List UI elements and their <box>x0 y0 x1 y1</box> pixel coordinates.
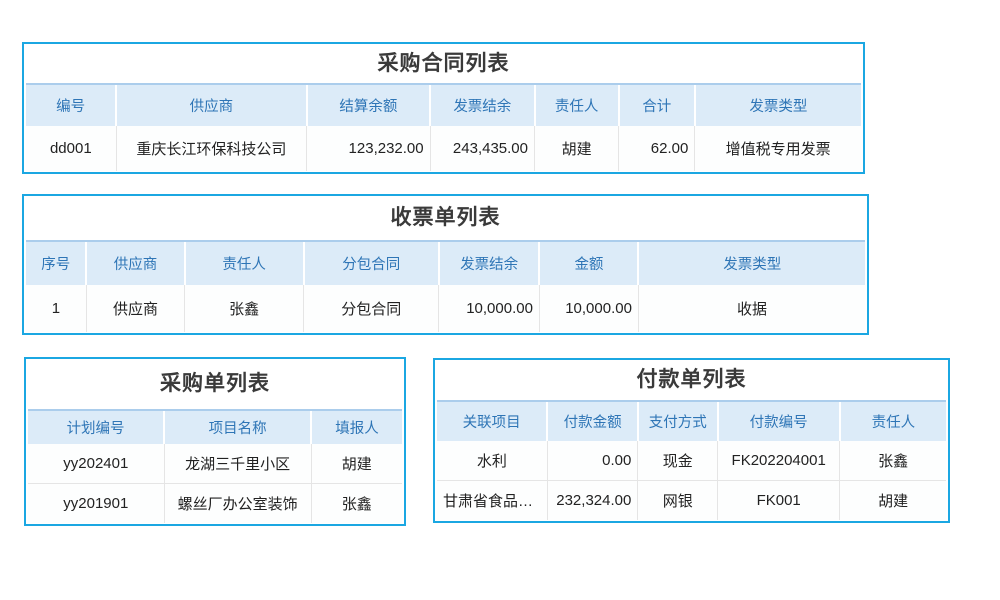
cell-payment-id: FK202204001 <box>718 441 840 481</box>
cell-settlement-balance: 123,232.00 <box>307 126 431 171</box>
table-row: yy202401 龙湖三千里小区 胡建 <box>28 444 402 484</box>
table-row: yy201901 螺丝厂办公室装饰 张鑫 <box>28 484 402 524</box>
table-title: 采购单列表 <box>28 359 402 409</box>
purchase-order-list-panel: 采购单列表 计划编号 项目名称 填报人 yy202401 龙湖三千里小区 胡建 <box>24 357 406 526</box>
header-row: 关联项目 付款金额 支付方式 付款编号 责任人 <box>437 401 946 441</box>
cell-related-project: 甘肃省食品药... <box>437 481 547 521</box>
table-title: 采购合同列表 <box>26 44 861 83</box>
cell-payment-method: 网银 <box>638 481 718 521</box>
cell-payment-amount: 232,324.00 <box>547 481 638 521</box>
column-header: 计划编号 <box>28 410 164 444</box>
purchase-contract-list-panel: 采购合同列表 编号 供应商 结算余额 发票结余 责任人 合计 发票类型 <box>22 42 865 174</box>
column-header: 付款金额 <box>547 401 638 441</box>
column-header: 供应商 <box>116 84 306 126</box>
cell-reporter: 胡建 <box>311 444 402 484</box>
column-header: 责任人 <box>535 84 619 126</box>
cell-total: 62.00 <box>619 126 695 171</box>
column-header: 发票类型 <box>638 241 865 285</box>
column-header: 责任人 <box>185 241 304 285</box>
payment-table: 关联项目 付款金额 支付方式 付款编号 责任人 水利 0.00 现金 FK202… <box>437 400 946 520</box>
cell-invoice-type: 收据 <box>638 285 865 332</box>
cell-supplier: 重庆长江环保科技公司 <box>116 126 306 171</box>
column-header: 合计 <box>619 84 695 126</box>
column-header: 发票结余 <box>430 84 534 126</box>
cell-person: 胡建 <box>840 481 946 521</box>
table-row: 1 供应商 张鑫 分包合同 10,000.00 10,000.00 收据 <box>26 285 865 332</box>
cell-person: 胡建 <box>535 126 619 171</box>
column-header: 序号 <box>26 241 86 285</box>
table-row: 甘肃省食品药... 232,324.00 网银 FK001 胡建 <box>437 481 946 521</box>
cell-plan-id: yy202401 <box>28 444 164 484</box>
cell-payment-method: 现金 <box>638 441 718 481</box>
table-title: 收票单列表 <box>26 196 865 240</box>
dashboard-canvas: 采购合同列表 编号 供应商 结算余额 发票结余 责任人 合计 发票类型 <box>0 0 1000 600</box>
cell-subcontract: 分包合同 <box>304 285 439 332</box>
cell-payment-amount: 0.00 <box>547 441 638 481</box>
cell-invoice-balance: 243,435.00 <box>430 126 534 171</box>
column-header: 填报人 <box>311 410 402 444</box>
cell-project-name: 螺丝厂办公室装饰 <box>164 484 311 524</box>
cell-plan-id: yy201901 <box>28 484 164 524</box>
cell-person: 张鑫 <box>840 441 946 481</box>
cell-person: 张鑫 <box>185 285 304 332</box>
receipt-table: 序号 供应商 责任人 分包合同 发票结余 金额 发票类型 1 供应商 张鑫 分包… <box>26 240 865 332</box>
column-header: 金额 <box>539 241 638 285</box>
receipt-list-panel: 收票单列表 序号 供应商 责任人 分包合同 发票结余 金额 发票类型 <box>22 194 869 335</box>
purchase-order-table: 计划编号 项目名称 填报人 yy202401 龙湖三千里小区 胡建 yy2019… <box>28 409 402 523</box>
payment-list-panel: 付款单列表 关联项目 付款金额 支付方式 付款编号 责任人 水利 0.00 <box>433 358 950 523</box>
column-header: 付款编号 <box>718 401 840 441</box>
column-header: 发票类型 <box>695 84 861 126</box>
cell-amount: 10,000.00 <box>539 285 638 332</box>
table-title: 付款单列表 <box>437 360 946 400</box>
header-row: 计划编号 项目名称 填报人 <box>28 410 402 444</box>
cell-invoice-type: 增值税专用发票 <box>695 126 861 171</box>
cell-seq: 1 <box>26 285 86 332</box>
cell-reporter: 张鑫 <box>311 484 402 524</box>
cell-payment-id: FK001 <box>718 481 840 521</box>
column-header: 编号 <box>26 84 116 126</box>
cell-supplier: 供应商 <box>86 285 184 332</box>
cell-invoice-balance: 10,000.00 <box>439 285 540 332</box>
column-header: 责任人 <box>840 401 946 441</box>
header-row: 编号 供应商 结算余额 发票结余 责任人 合计 发票类型 <box>26 84 861 126</box>
header-row: 序号 供应商 责任人 分包合同 发票结余 金额 发票类型 <box>26 241 865 285</box>
cell-related-project: 水利 <box>437 441 547 481</box>
column-header: 结算余额 <box>307 84 431 126</box>
column-header: 发票结余 <box>439 241 540 285</box>
table-row: dd001 重庆长江环保科技公司 123,232.00 243,435.00 胡… <box>26 126 861 171</box>
column-header: 分包合同 <box>304 241 439 285</box>
column-header: 项目名称 <box>164 410 311 444</box>
column-header: 供应商 <box>86 241 184 285</box>
column-header: 支付方式 <box>638 401 718 441</box>
purchase-contract-table: 编号 供应商 结算余额 发票结余 责任人 合计 发票类型 dd001 重庆长江环… <box>26 83 861 171</box>
cell-contract-id: dd001 <box>26 126 116 171</box>
column-header: 关联项目 <box>437 401 547 441</box>
table-row: 水利 0.00 现金 FK202204001 张鑫 <box>437 441 946 481</box>
cell-project-name: 龙湖三千里小区 <box>164 444 311 484</box>
